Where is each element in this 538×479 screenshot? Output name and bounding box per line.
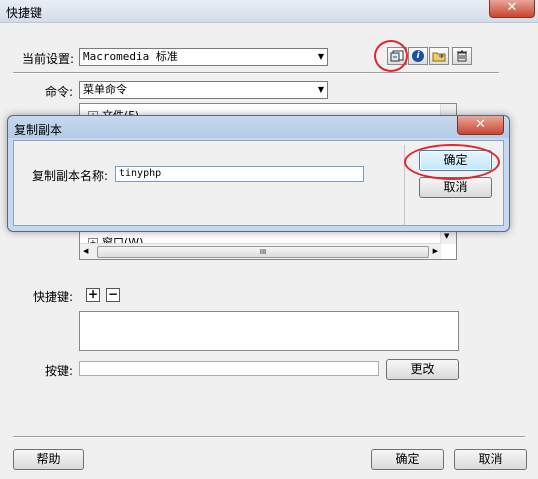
close-icon: ✕ xyxy=(506,0,518,15)
ok-button[interactable]: 确定 xyxy=(371,449,444,470)
duplicate-set-button[interactable] xyxy=(387,47,407,65)
command-value: 菜单命令 xyxy=(83,83,127,96)
duplicate-name-value: tinyphp xyxy=(119,168,162,179)
keypress-label: 按键: xyxy=(45,364,74,378)
dialog-close-button[interactable]: ✕ xyxy=(457,116,504,135)
duplicate-name-label: 复制副本名称: xyxy=(32,169,109,183)
dialog-cancel-button[interactable]: 取消 xyxy=(419,177,492,198)
duplicate-set-icon xyxy=(390,50,404,62)
window-close-button[interactable]: ✕ xyxy=(489,0,535,18)
info-icon: i xyxy=(412,50,424,62)
trash-icon xyxy=(457,50,467,62)
divider xyxy=(13,436,525,438)
remove-shortcut-button[interactable]: − xyxy=(106,288,120,302)
command-label: 命令: xyxy=(45,85,74,99)
scroll-down-icon[interactable]: ▼ xyxy=(444,232,449,240)
dialog-ok-button[interactable]: 确定 xyxy=(419,150,492,171)
chevron-down-icon: ▼ xyxy=(317,52,324,61)
window-title: 快捷键 xyxy=(6,6,43,20)
horizontal-scrollbar[interactable]: ◀ III ▶ xyxy=(80,243,441,259)
duplicate-name-input[interactable]: tinyphp xyxy=(115,166,364,182)
dialog-body: 复制副本名称: tinyphp 确定 取消 xyxy=(13,140,504,226)
keypress-input[interactable] xyxy=(79,361,379,376)
export-set-button[interactable] xyxy=(429,47,449,65)
change-button[interactable]: 更改 xyxy=(386,359,459,380)
duplicate-dialog: 复制副本 ✕ 复制副本名称: tinyphp 确定 取消 xyxy=(7,115,510,232)
minus-icon: − xyxy=(107,287,119,301)
chevron-down-icon: ▼ xyxy=(317,85,324,94)
cancel-button[interactable]: 取消 xyxy=(454,449,527,470)
close-icon: ✕ xyxy=(475,117,486,132)
dialog-divider xyxy=(404,145,405,225)
scroll-left-icon[interactable]: ◀ xyxy=(83,247,88,255)
help-button[interactable]: 帮助 xyxy=(13,449,84,470)
shortcut-list[interactable] xyxy=(79,311,459,351)
export-set-icon xyxy=(432,52,446,62)
current-set-dropdown[interactable]: Macromedia 标准 ▼ xyxy=(79,48,328,66)
add-shortcut-button[interactable]: + xyxy=(86,288,100,302)
scroll-thumb[interactable]: III xyxy=(97,246,429,258)
scroll-right-icon[interactable]: ▶ xyxy=(433,247,438,255)
delete-set-button[interactable] xyxy=(452,47,472,65)
grip-icon: III xyxy=(259,248,267,256)
current-set-value: Macromedia 标准 xyxy=(83,50,178,63)
dialog-title: 复制副本 xyxy=(14,123,63,137)
window-title-bar: 快捷键 xyxy=(0,0,538,23)
command-dropdown[interactable]: 菜单命令 ▼ xyxy=(79,81,328,99)
plus-icon: + xyxy=(87,287,99,301)
current-set-label: 当前设置: xyxy=(22,52,75,66)
shortcut-label: 快捷键: xyxy=(33,290,74,304)
divider xyxy=(13,72,499,74)
rename-set-button[interactable]: i xyxy=(408,47,428,65)
